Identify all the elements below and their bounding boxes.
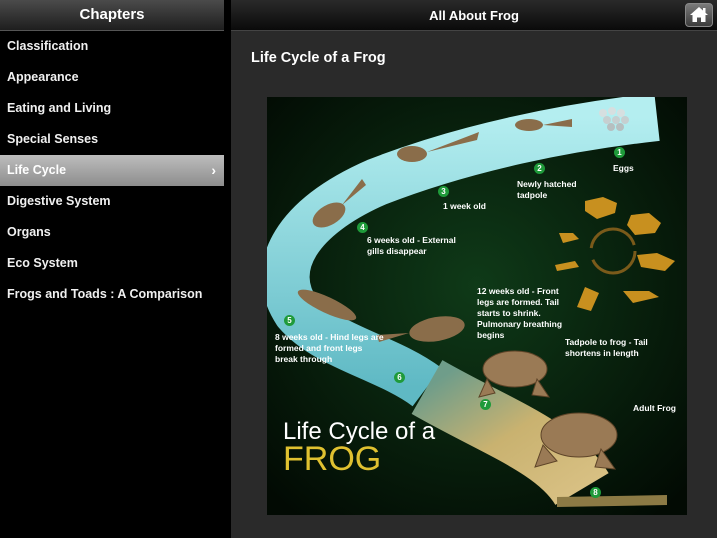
chapter-label: Organs [7,225,51,239]
chapter-label: Appearance [7,70,79,84]
chapter-label: Special Senses [7,132,99,146]
navigation-bar: All About Frog [231,0,717,31]
stage-number-badge: 4 [357,222,368,233]
chapter-label: Frogs and Toads : A Comparison [7,287,203,301]
chapters-sidebar: Chapters Classification Appearance Eatin… [0,0,224,538]
chapter-label: Eating and Living [7,101,112,115]
stage-label-6-weeks: 6 weeks old - External gills disappear [367,235,456,256]
stage-label-12-weeks: 12 weeks old - Front legs are formed. Ta… [477,286,563,340]
diagram-title-accent: FROG [283,440,382,478]
stage-number-badge: 7 [480,399,491,410]
chapter-label: Life Cycle [7,163,67,177]
life-cycle-diagram: 1 2 3 4 5 6 7 8 Eggs Newly hatched tadpo… [267,97,687,515]
stage-number-badge: 1 [614,147,625,158]
stage-label-newly-hatched: Newly hatched tadpole [517,179,577,200]
stage-label-eggs: Eggs [613,163,634,173]
chapter-label: Digestive System [7,194,111,208]
home-button[interactable] [685,3,713,27]
chapter-item-classification[interactable]: Classification [0,31,224,62]
chapter-list: Classification Appearance Eating and Liv… [0,31,224,310]
stage-number-badge: 2 [534,163,545,174]
home-icon [690,7,708,22]
stage-number-badge: 8 [590,487,601,498]
chevron-right-icon: › [211,162,216,178]
content-panel: All About Frog Life Cycle of a Frog 1 2 … [231,0,717,538]
content-heading: Life Cycle of a Frog [251,50,386,66]
chapter-item-appearance[interactable]: Appearance [0,62,224,93]
page-title: All About Frog [429,8,519,23]
chapter-label: Eco System [7,256,78,270]
chapter-item-special-senses[interactable]: Special Senses [0,124,224,155]
stage-number-badge: 5 [284,315,295,326]
chapter-item-organs[interactable]: Organs [0,217,224,248]
stage-number-badge: 6 [394,372,405,383]
sidebar-title: Chapters [0,0,224,31]
chapter-item-life-cycle[interactable]: Life Cycle › [0,155,224,186]
stage-label-8-weeks: 8 weeks old - Hind legs are formed and f… [275,332,384,364]
stage-label-adult-frog: Adult Frog [633,403,676,413]
stage-number-badge: 3 [438,186,449,197]
stage-label-tadpole-to-frog: Tadpole to frog - Tail shortens in lengt… [565,337,648,358]
chapter-item-eco-system[interactable]: Eco System [0,248,224,279]
chapter-item-frogs-and-toads[interactable]: Frogs and Toads : A Comparison [0,279,224,310]
chapter-item-eating-and-living[interactable]: Eating and Living [0,93,224,124]
chapter-label: Classification [7,39,89,53]
chapter-item-digestive-system[interactable]: Digestive System [0,186,224,217]
stage-label-1-week: 1 week old [443,201,486,211]
